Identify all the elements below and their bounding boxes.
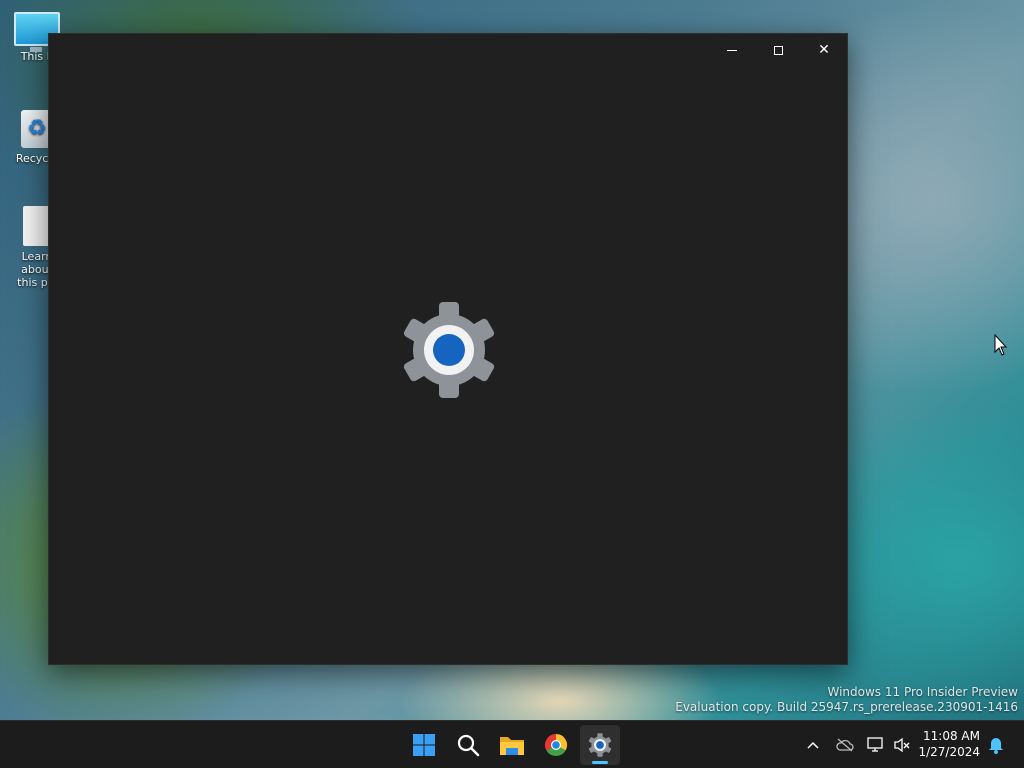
maximize-button[interactable] — [755, 34, 801, 66]
search-button[interactable] — [448, 725, 488, 765]
settings-taskbar-button[interactable] — [580, 725, 620, 765]
network-icon — [867, 737, 883, 752]
watermark-edition: Windows 11 Pro Insider Preview — [827, 685, 1018, 699]
network-button[interactable] — [864, 733, 888, 757]
notifications-button[interactable] — [984, 733, 1008, 757]
minimize-button[interactable] — [709, 34, 755, 66]
chrome-button[interactable] — [536, 725, 576, 765]
start-button[interactable] — [404, 725, 444, 765]
volume-button[interactable] — [890, 733, 914, 757]
document-icon — [23, 206, 51, 246]
search-icon — [457, 734, 480, 757]
clock-time: 11:08 AM — [923, 729, 980, 743]
settings-gear-icon — [403, 302, 495, 398]
windows-logo-icon — [413, 734, 435, 756]
taskbar-clock[interactable]: 11:08 AM 1/27/2024 — [918, 728, 980, 760]
watermark-build: Evaluation copy. Build 25947.rs_prerelea… — [675, 700, 1018, 714]
settings-gear-icon — [588, 733, 612, 757]
chevron-up-icon — [807, 741, 819, 749]
close-button[interactable]: ✕ — [801, 34, 847, 66]
volume-muted-icon — [894, 737, 910, 753]
file-explorer-button[interactable] — [492, 725, 532, 765]
bell-icon — [989, 738, 1003, 754]
active-app-indicator — [592, 761, 608, 764]
clock-date: 1/27/2024 — [918, 745, 980, 759]
show-hidden-icons-button[interactable] — [801, 733, 825, 757]
maximize-icon — [773, 45, 783, 55]
mouse-cursor-icon — [994, 334, 1008, 356]
folder-icon — [500, 737, 524, 755]
taskbar: 11:08 AM 1/27/2024 — [0, 720, 1024, 768]
windows-watermark: Windows 11 Pro Insider Preview Evaluatio… — [675, 685, 1018, 715]
chrome-icon — [544, 734, 568, 757]
cloud-offline-icon — [836, 738, 854, 752]
settings-window[interactable]: ✕ — [48, 33, 848, 665]
close-icon: ✕ — [818, 42, 830, 58]
onedrive-button[interactable] — [833, 733, 857, 757]
minimize-icon — [727, 49, 737, 51]
